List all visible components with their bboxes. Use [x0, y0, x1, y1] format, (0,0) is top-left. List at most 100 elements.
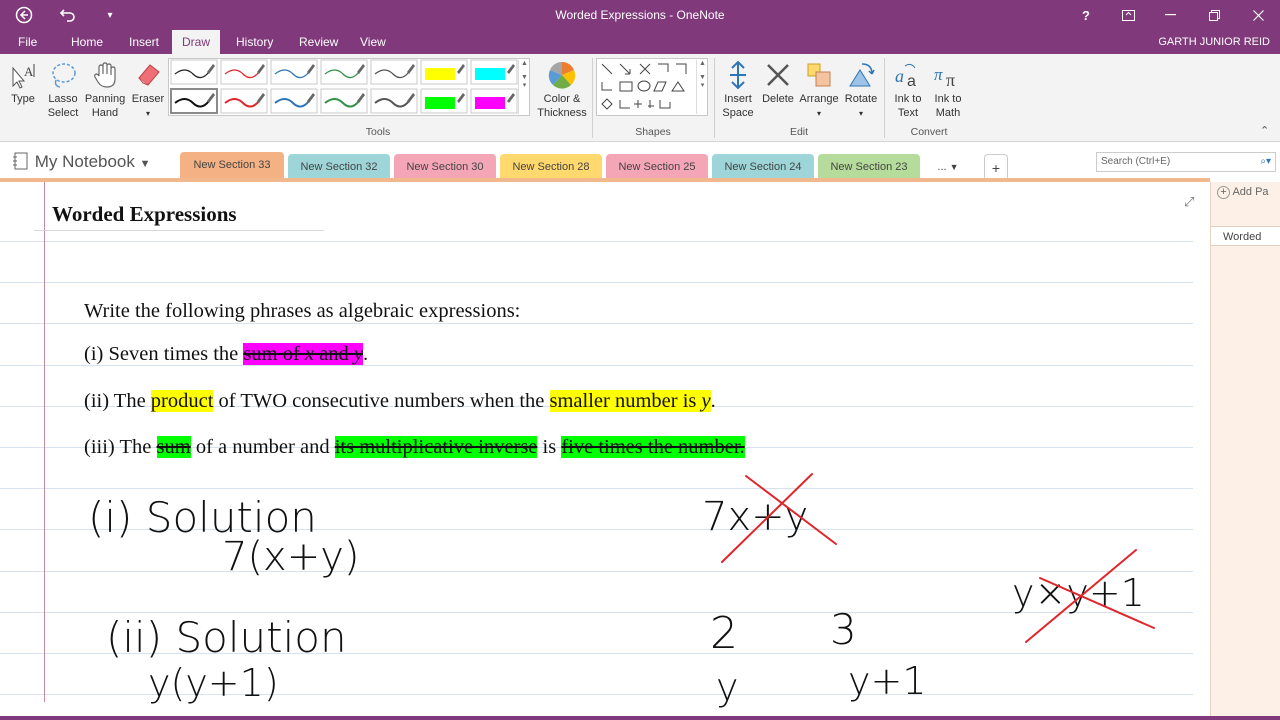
ink-number-three[interactable]: 3 — [830, 605, 857, 654]
rotate-dropdown-icon[interactable]: ▾ — [859, 109, 863, 118]
add-page-button[interactable]: + Add Pa — [1217, 186, 1269, 199]
section-tab[interactable]: New Section 33 — [180, 152, 284, 180]
tab-view[interactable]: View — [350, 30, 396, 54]
section-tab[interactable]: New Section 32 — [288, 154, 390, 180]
collapse-ribbon-icon[interactable]: ⌃ — [1260, 124, 1269, 137]
tab-file[interactable]: File — [8, 30, 47, 54]
insert-space-label-1: Insert — [724, 93, 752, 105]
section-tab[interactable]: New Section 24 — [712, 154, 814, 180]
notebook-selector[interactable]: My Notebook ▼ — [12, 152, 151, 172]
page-canvas[interactable]: Worded Expressions ⤢ Write the following… — [0, 182, 1210, 720]
restore-icon[interactable] — [1192, 0, 1236, 30]
more-sections-label: ... — [937, 161, 947, 173]
search-input[interactable]: Search (Ctrl+E) ⌕▾ — [1096, 152, 1276, 172]
insert-space-label-2: Space — [722, 107, 754, 119]
ink-to-text-label-2: Text — [897, 107, 919, 119]
add-icon: + — [1217, 186, 1230, 199]
ink-to-math-label-1: Ink to — [934, 93, 962, 105]
delete-button[interactable]: Delete — [760, 60, 796, 106]
bottom-edge — [0, 716, 1280, 720]
search-placeholder: Search (Ctrl+E) — [1101, 156, 1171, 167]
color-label-2: Thickness — [537, 107, 587, 119]
chevron-down-icon: ▼ — [139, 158, 151, 170]
group-separator — [592, 58, 593, 138]
section-tab[interactable]: New Section 28 — [500, 154, 602, 180]
user-name[interactable]: GARTH JUNIOR REID — [1158, 30, 1270, 54]
close-icon[interactable] — [1236, 0, 1280, 30]
minimize-icon[interactable] — [1148, 0, 1192, 30]
rotate-label: Rotate — [844, 93, 878, 105]
ink-layer: (i) Solution 7(x+y) 7x+y (ii) Solution y… — [88, 473, 1155, 709]
page-list-pane: + Add Pa Worded — [1210, 182, 1280, 720]
delete-x-icon — [767, 64, 789, 86]
highlighter-stroke — [425, 97, 455, 109]
pen-gallery-pens — [170, 59, 518, 114]
ink-scratch-1[interactable]: 7x+y — [702, 494, 808, 540]
section-tab[interactable]: New Section 23 — [818, 154, 920, 180]
highlighter-stroke — [475, 97, 505, 109]
ink-solution-1-answer[interactable]: 7(x+y) — [222, 534, 360, 580]
ink-to-math-label-2: Math — [935, 107, 961, 119]
svg-text:π: π — [934, 65, 943, 84]
color-label-1: Color & — [543, 93, 581, 105]
group-separator — [884, 58, 885, 138]
search-icon[interactable]: ⌕▾ — [1260, 153, 1271, 171]
rotate-icon — [849, 63, 875, 87]
section-tabs-bar: My Notebook ▼ New Section 33 New Section … — [0, 142, 1280, 180]
ink-solution-2-heading[interactable]: (ii) Solution — [106, 613, 347, 662]
tab-insert[interactable]: Insert — [119, 30, 169, 54]
shapes-group-label: Shapes — [635, 126, 671, 138]
notebook-name: My Notebook — [34, 152, 135, 171]
help-button[interactable]: ? — [1064, 0, 1108, 30]
delete-label: Delete — [762, 93, 794, 105]
arrange-button[interactable]: Arrange ▾ — [798, 60, 840, 121]
ink-to-text-label-1: Ink to — [894, 93, 922, 105]
ribbon-display-options-icon[interactable] — [1106, 0, 1150, 30]
svg-text:π: π — [946, 70, 955, 90]
shapes-icons — [601, 63, 687, 110]
arrange-dropdown-icon[interactable]: ▾ — [817, 109, 821, 118]
ink-scratch-2[interactable]: y×y+1 — [1012, 571, 1145, 615]
onenote-window: ▾ Worded Expressions - OneNote ? File Ho… — [0, 0, 1280, 720]
ink-to-math-button[interactable]: ππ Ink to Math — [928, 60, 968, 120]
edit-group-label: Edit — [789, 126, 809, 138]
more-sections-button[interactable]: ... ▼ — [926, 154, 970, 180]
ink-below-three[interactable]: y+1 — [848, 659, 927, 703]
title-bar: ▾ Worded Expressions - OneNote ? — [0, 0, 1280, 30]
tools-group-label: Tools — [365, 126, 391, 138]
tab-history[interactable]: History — [226, 30, 283, 54]
insert-space-button[interactable]: Insert Space — [718, 60, 758, 120]
add-section-button[interactable]: + — [984, 154, 1008, 180]
shapes-gallery-scroll[interactable]: ▲ ▼ ▾ — [696, 60, 708, 114]
convert-group-label: Convert — [910, 126, 948, 138]
ink-number-two[interactable]: 2 — [710, 608, 738, 659]
svg-text:a: a — [907, 73, 916, 90]
pen-gallery-scroll[interactable]: ▲ ▼ ▾ — [518, 60, 530, 114]
ink-solution-2-answer[interactable]: y(y+1) — [148, 661, 279, 705]
color-thickness-button[interactable]: Color & Thickness — [536, 60, 588, 120]
ribbon-tabs: File Home Insert Draw History Review Vie… — [0, 30, 1280, 54]
page-list-item[interactable]: Worded — [1211, 226, 1280, 246]
add-page-label: Add Pa — [1232, 186, 1269, 198]
color-wheel-icon — [548, 62, 576, 89]
section-tab[interactable]: New Section 30 — [394, 154, 496, 180]
arrange-icon — [807, 63, 831, 87]
ink-below-two[interactable]: y — [716, 665, 739, 709]
ink-to-math-icon: ππ — [934, 65, 955, 90]
chevron-down-icon: ▼ — [949, 162, 959, 172]
rotate-button[interactable]: Rotate ▾ — [842, 60, 880, 121]
draw-ribbon: A Type Lasso Select Panning Hand Eraser … — [0, 54, 1280, 142]
svg-text:a: a — [895, 66, 904, 86]
insert-space-icon — [730, 60, 746, 90]
arrange-label: Arrange — [799, 93, 839, 105]
ink-to-text-icon: aa — [895, 63, 916, 90]
tab-draw[interactable]: Draw — [172, 30, 221, 54]
highlighter-stroke — [475, 68, 505, 80]
group-separator — [714, 58, 715, 138]
ink-to-text-button[interactable]: aa Ink to Text — [888, 60, 928, 120]
highlighter-stroke — [425, 68, 455, 80]
section-tab[interactable]: New Section 25 — [606, 154, 708, 180]
tab-review[interactable]: Review — [289, 30, 348, 54]
notebook-icon — [13, 152, 28, 170]
tab-home[interactable]: Home — [61, 30, 113, 54]
